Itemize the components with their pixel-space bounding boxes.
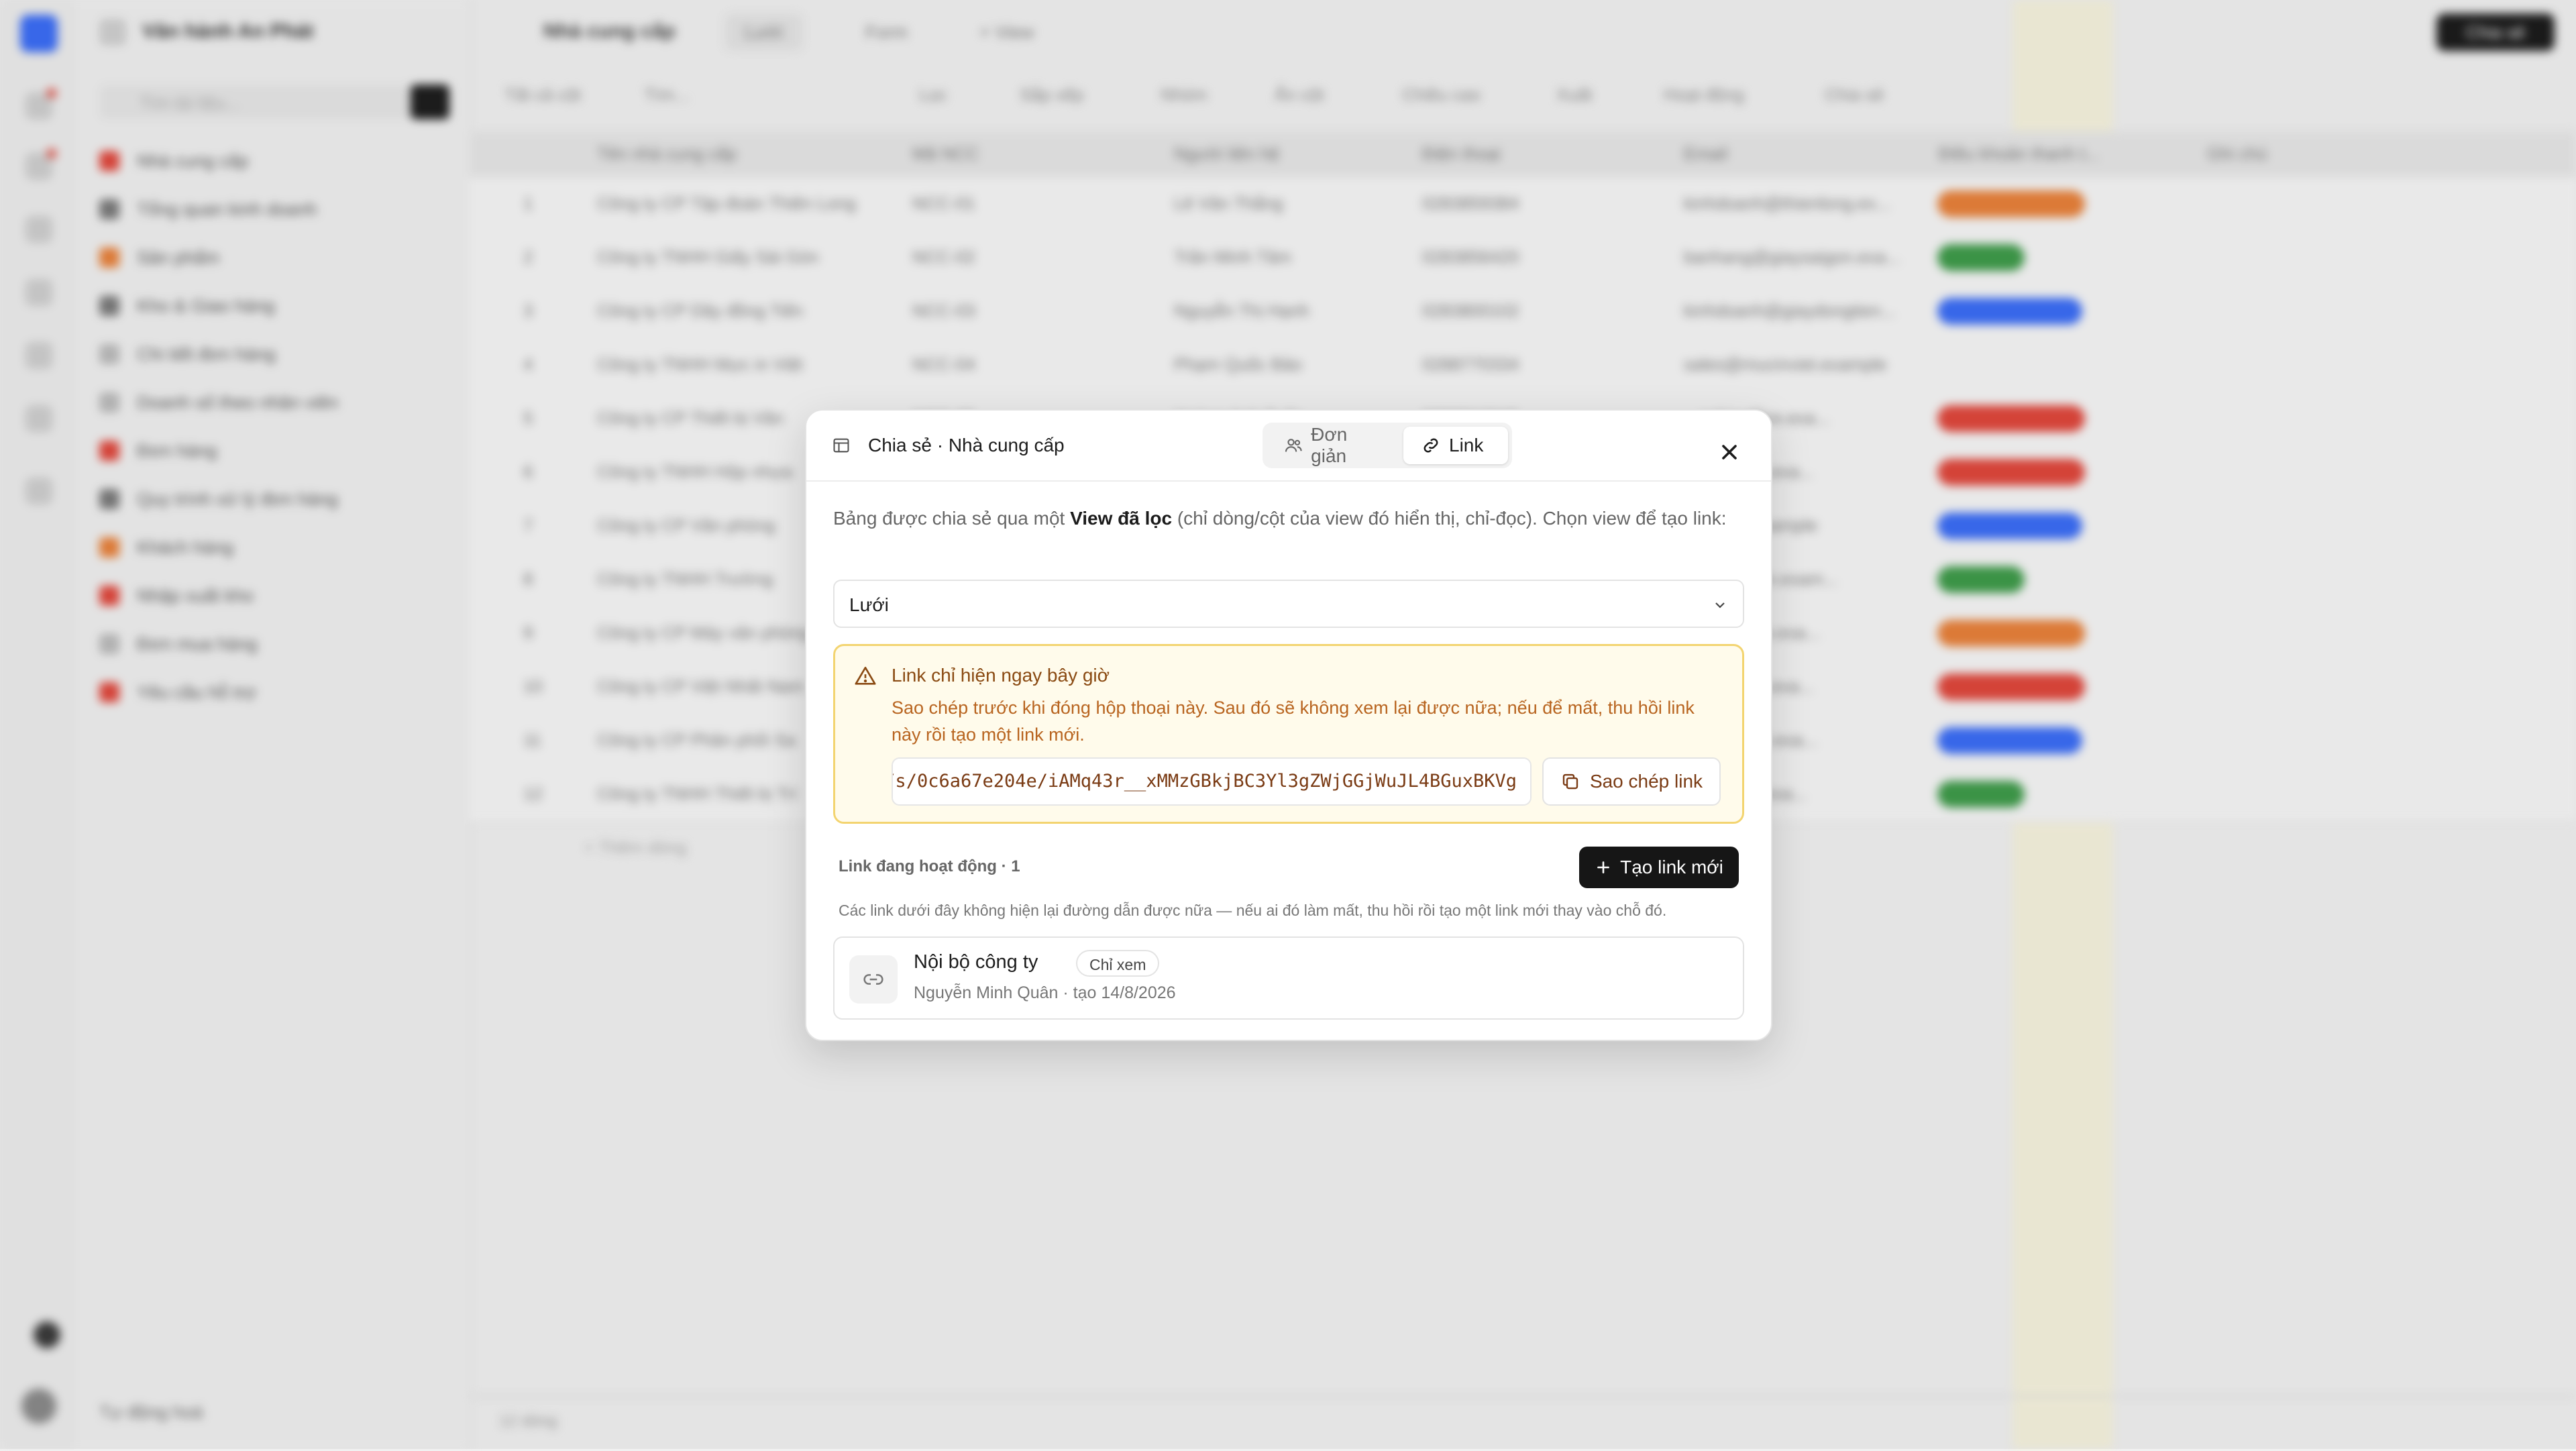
create-new-link-button[interactable]: Tạo link mới: [1579, 847, 1739, 888]
share-mode-toggle: Đơn giản Link: [1263, 423, 1512, 468]
warning-title: Link chỉ hiện ngay bây giờ: [892, 665, 1110, 686]
active-links-note: Các link dưới đây không hiện lại đường d…: [839, 902, 1667, 919]
tab-simple[interactable]: Đơn giản: [1267, 424, 1401, 466]
link-item-meta: Nguyễn Minh Quân · tạo 14/8/2026: [914, 983, 1176, 1002]
link-permission-badge: Chỉ xem: [1076, 950, 1160, 977]
link-item-name: Nội bộ công ty: [914, 951, 1038, 973]
filtered-view-term: View đã lọc: [1070, 508, 1173, 529]
close-icon[interactable]: [1717, 440, 1741, 464]
link-icon: [863, 974, 883, 985]
view-select-value: Lưới: [849, 594, 889, 615]
active-links-label: Link đang hoạt động · 1: [839, 857, 1020, 875]
copy-link-label: Sao chép link: [1589, 771, 1703, 792]
tab-link-label: Link: [1449, 435, 1484, 455]
tab-simple-label: Đơn giản: [1311, 424, 1348, 466]
active-link-item[interactable]: Nội bộ công ty Chỉ xem Nguyễn Minh Quân …: [833, 936, 1744, 1020]
dialog-header: Chia sẻ · Nhà cung cấp Đơn giản Link: [806, 411, 1771, 482]
link-icon: [1424, 438, 1438, 453]
copy-link-button[interactable]: Sao chép link: [1542, 757, 1721, 806]
share-link-field[interactable]: https://app.example/s/0c6a67e204e/iAMq43…: [892, 757, 1532, 806]
one-time-link-warning: Link chỉ hiện ngay bây giờ Sao chép trướ…: [833, 644, 1744, 824]
link-item-icon-wrap: [849, 955, 898, 1004]
create-new-link-label: Tạo link mới: [1620, 857, 1723, 877]
dialog-title: Chia sẻ · Nhà cung cấp: [868, 435, 1065, 455]
view-select[interactable]: Lưới: [833, 580, 1744, 628]
copy-icon: [1562, 773, 1578, 790]
plus-icon: [1597, 861, 1610, 873]
warning-body: Sao chép trước khi đóng hộp thoại này. S…: [892, 698, 1695, 745]
tab-link[interactable]: Link: [1403, 427, 1508, 464]
chevron-down-icon: [1715, 602, 1725, 608]
share-link-value: https://app.example/s/0c6a67e204e/iAMq43…: [892, 771, 1517, 792]
table-icon: [833, 438, 849, 453]
share-dialog: Chia sẻ · Nhà cung cấp Đơn giản Link Bản…: [805, 409, 1772, 1041]
share-description: Bảng được chia sẻ qua một View đã lọc (c…: [833, 508, 1727, 529]
warning-icon: [855, 666, 876, 685]
users-icon: [1285, 439, 1302, 452]
